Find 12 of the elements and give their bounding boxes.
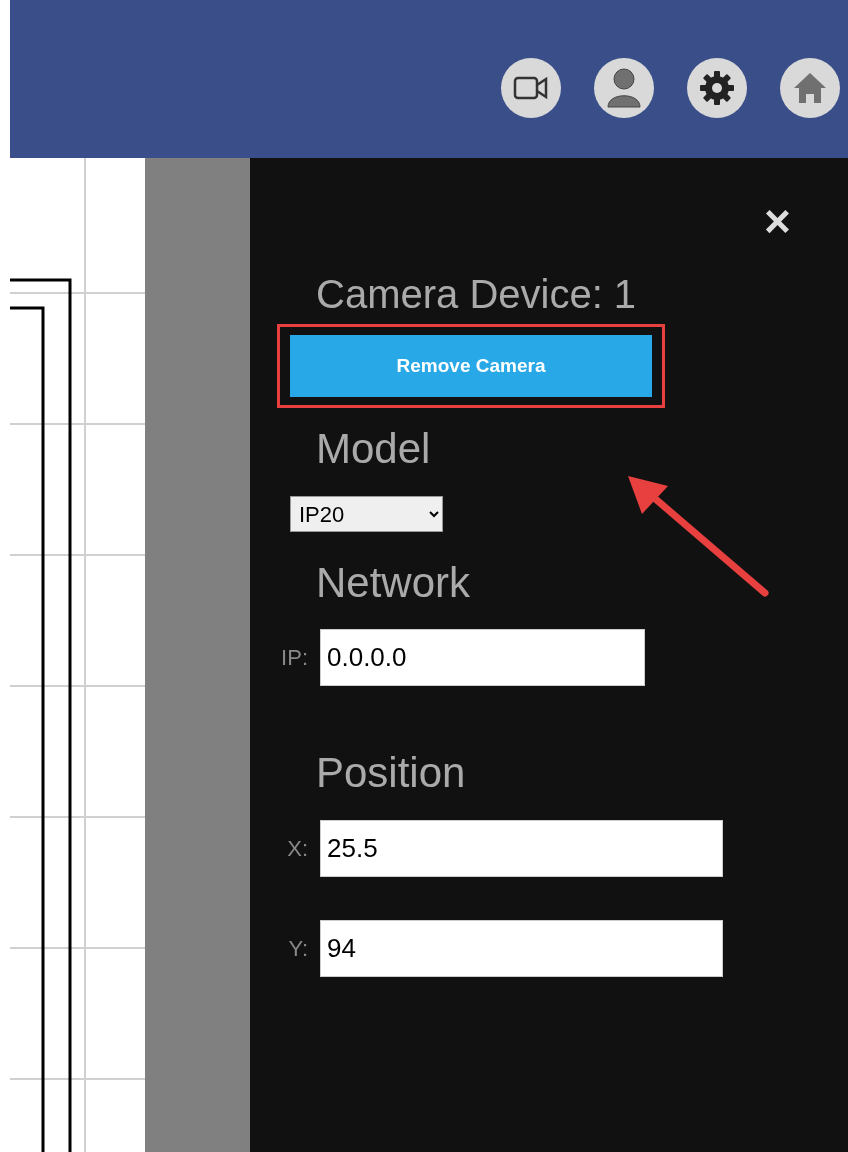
panel-title: Camera Device: 1: [316, 271, 638, 318]
section-heading: Position: [316, 747, 467, 798]
close-button[interactable]: ×: [760, 198, 795, 244]
field-label: IP:: [280, 643, 308, 672]
input-field[interactable]: 94: [320, 920, 723, 978]
field-label: X:: [286, 835, 308, 864]
input-field[interactable]: 0.0.0.0: [320, 628, 645, 686]
input-field[interactable]: 25.5: [320, 820, 723, 878]
section-heading: Network: [316, 558, 472, 609]
section-heading: Model: [316, 424, 432, 474]
field-label: Y:: [287, 935, 308, 964]
model-select[interactable]: IP20: [290, 496, 443, 533]
